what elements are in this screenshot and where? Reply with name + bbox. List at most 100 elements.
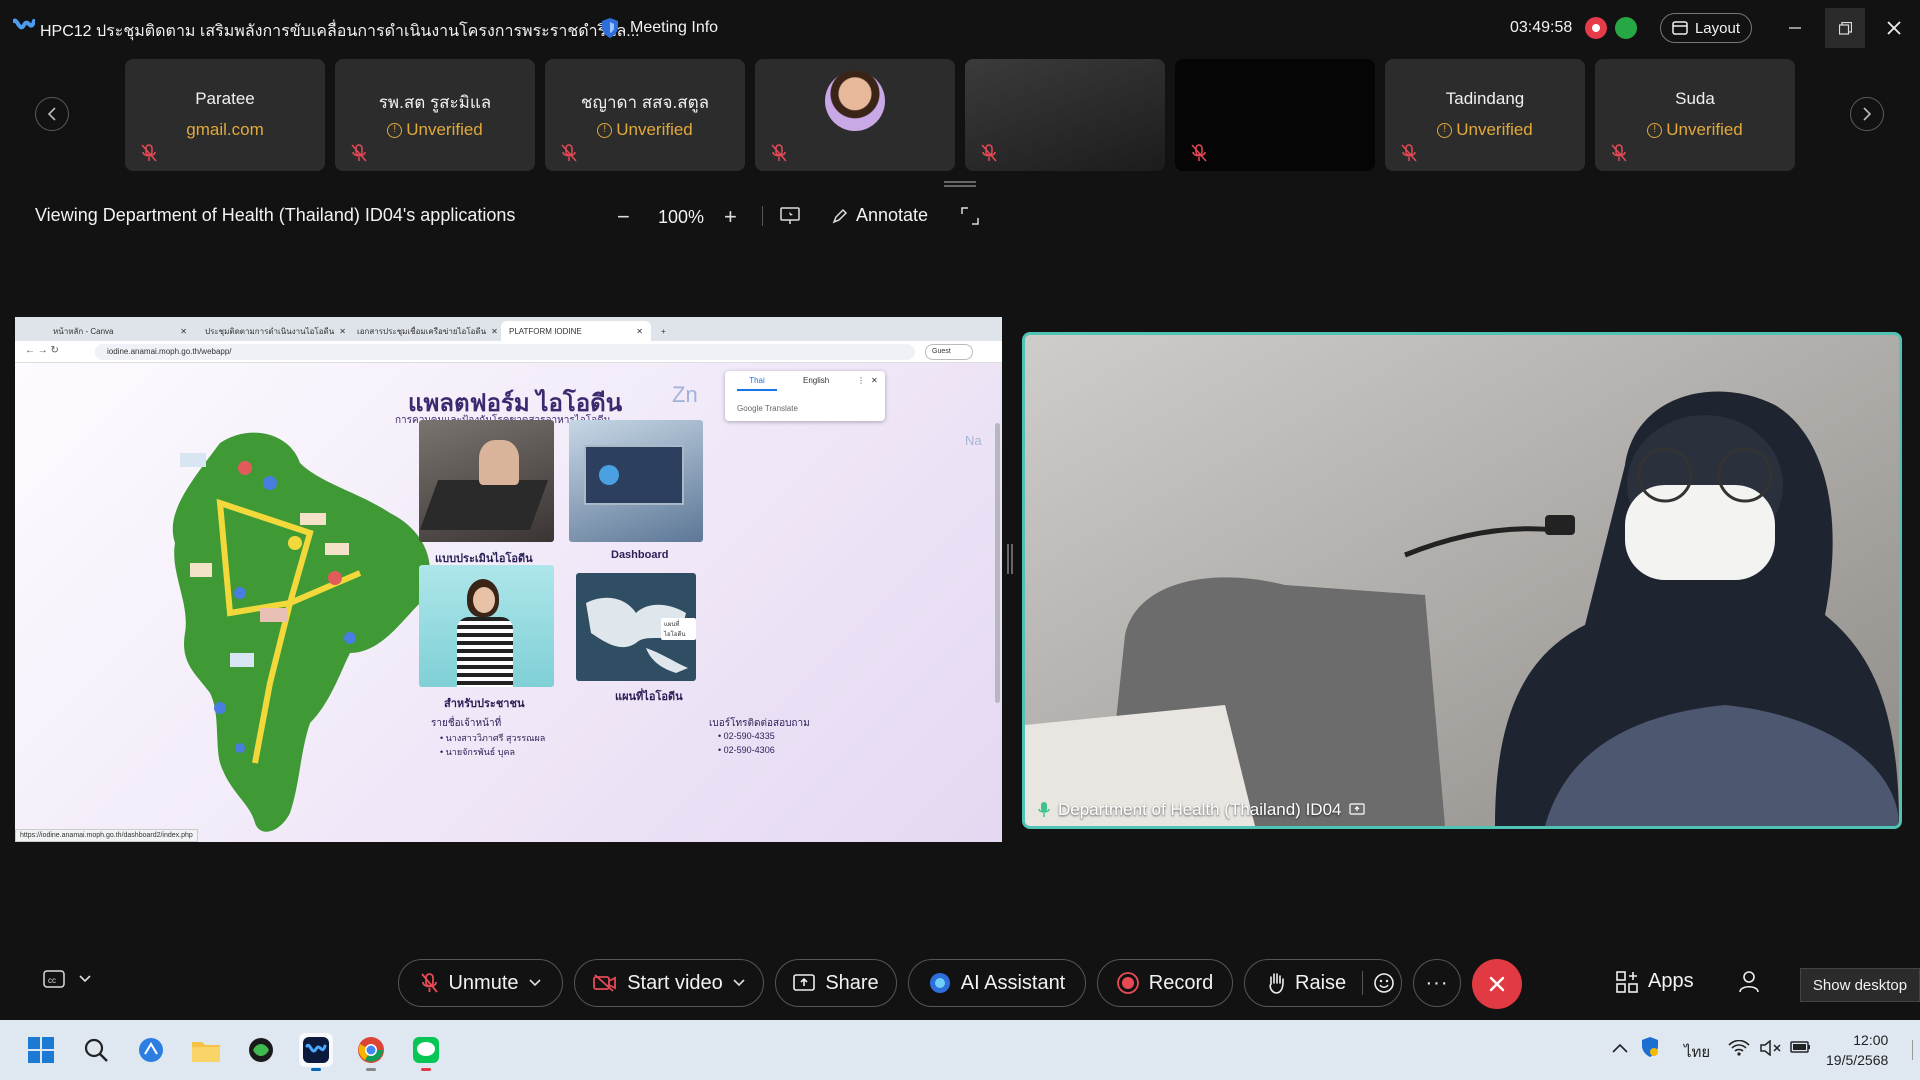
public-card[interactable] xyxy=(419,565,554,687)
url-field[interactable]: iodine.anamai.moph.go.th/webapp/ xyxy=(95,344,915,360)
raise-hand-button[interactable]: Raise xyxy=(1244,959,1402,1007)
record-button[interactable]: Record xyxy=(1097,959,1233,1007)
taskbar-app-line[interactable] xyxy=(409,1033,443,1071)
staff-item: • นางสาววิภาศรี สุวรรณผล xyxy=(440,733,546,743)
guest-profile-button[interactable]: Guest xyxy=(925,344,973,360)
translate-english-tab[interactable]: English xyxy=(803,376,829,385)
taskbar-app-file-explorer[interactable] xyxy=(189,1033,223,1067)
apps-button[interactable]: Apps xyxy=(1616,970,1694,993)
share-viewing-title: Viewing Department of Health (Thailand) … xyxy=(35,205,516,225)
apps-label: Apps xyxy=(1648,970,1694,992)
raise-label: Raise xyxy=(1295,971,1347,994)
muted-microphone-icon xyxy=(351,144,367,162)
participants-next-button[interactable] xyxy=(1850,97,1884,131)
start-button[interactable] xyxy=(24,1033,58,1067)
reactions-icon[interactable] xyxy=(1373,972,1395,994)
participant-tile[interactable]: รพ.สต รูสะมิแล! Unverified xyxy=(335,59,535,171)
start-video-button[interactable]: Start video xyxy=(574,959,764,1007)
participant-subtext: Unverified xyxy=(616,120,693,139)
leave-meeting-button[interactable] xyxy=(1472,959,1522,1009)
translate-thai-tab[interactable]: Thai xyxy=(737,376,777,391)
browser-tab[interactable]: หน้าหลัก - Canva ✕ xyxy=(45,321,195,341)
pane-splitter-handle[interactable] xyxy=(1007,544,1013,574)
unverified-badge: ! Unverified xyxy=(545,120,745,140)
participant-tile[interactable]: Tadindang ! Unverified xyxy=(1385,59,1585,171)
dashboard-card[interactable] xyxy=(569,420,703,542)
meeting-info-button[interactable]: Meeting Info xyxy=(600,17,718,39)
more-options-button[interactable]: ··· xyxy=(1413,959,1461,1007)
active-speaker-video[interactable] xyxy=(1022,332,1902,829)
zn-element-text: Zn xyxy=(672,382,698,407)
unmute-button[interactable]: Unmute xyxy=(398,959,563,1007)
participants-panel-button[interactable] xyxy=(1738,970,1760,999)
map-tooltip: แผนที่ไอโอดีน xyxy=(661,618,696,640)
network-health-icon[interactable] xyxy=(1615,17,1637,39)
taskbar-app-webex[interactable] xyxy=(299,1033,333,1071)
raise-divider xyxy=(1362,971,1364,995)
unverified-badge: ! Unverified xyxy=(335,120,535,140)
wifi-icon[interactable] xyxy=(1728,1039,1750,1060)
iodine-map-card-label[interactable]: แผนที่ไอโอดีน xyxy=(615,687,683,705)
browser-address-bar: ← → ↻ iodine.anamai.moph.go.th/webapp/ G… xyxy=(15,341,1002,363)
ai-assistant-button[interactable]: AI Assistant xyxy=(908,959,1086,1007)
close-window-button[interactable] xyxy=(1874,8,1914,48)
participant-name: Paratee xyxy=(195,89,255,108)
taskbar-app-vpn[interactable] xyxy=(244,1033,278,1067)
browser-tab[interactable]: เอกสารประชุมเชื่อมเครือข่ายไอโอดีน ✕ xyxy=(349,321,499,341)
assessment-card[interactable] xyxy=(419,420,554,542)
ai-assistant-icon xyxy=(929,973,950,993)
shared-screen[interactable]: หน้าหลัก - Canva ✕ ประชุมติดตามการดำเนินง… xyxy=(15,317,1002,842)
close-icon xyxy=(1489,976,1505,992)
input-language-indicator[interactable]: ไทย xyxy=(1684,1040,1710,1064)
participant-tile[interactable] xyxy=(755,59,955,171)
zoom-in-button[interactable]: + xyxy=(724,204,737,230)
close-icon[interactable]: ✕ xyxy=(871,376,878,385)
meeting-info-label: Meeting Info xyxy=(630,19,719,36)
participant-tile[interactable] xyxy=(1175,59,1375,171)
chevron-down-icon xyxy=(733,979,745,987)
system-clock[interactable]: 12:00 19/5/2568 xyxy=(1826,1030,1888,1070)
phones-heading: เบอร์โทรติดต่อสอบถาม xyxy=(709,718,810,729)
battery-icon[interactable] xyxy=(1790,1040,1812,1058)
taskbar-app-chrome[interactable] xyxy=(354,1033,388,1071)
annotate-button[interactable]: Annotate xyxy=(832,205,928,226)
public-card-label[interactable]: สำหรับประชาชน xyxy=(444,694,524,712)
browser-nav-icons[interactable]: ← → ↻ xyxy=(25,345,59,356)
layout-icon xyxy=(1672,21,1688,35)
strip-resize-handle[interactable] xyxy=(944,181,976,187)
show-desktop-strip[interactable] xyxy=(1912,1040,1913,1060)
defender-shield-icon[interactable] xyxy=(1640,1036,1660,1062)
google-translate-popup[interactable]: Thai English ⋮ ✕ Google Translate xyxy=(725,371,885,421)
taskbar-search-button[interactable] xyxy=(79,1033,113,1067)
speaker-muted-icon[interactable] xyxy=(1760,1039,1782,1060)
browser-tab-active[interactable]: PLATFORM IODINE ✕ xyxy=(501,321,651,341)
closed-captions-button[interactable]: cc xyxy=(43,970,91,988)
participant-tile[interactable]: Paratee gmail.com xyxy=(125,59,325,171)
remote-control-button[interactable] xyxy=(780,207,800,230)
participant-tile[interactable]: Suda! Unverified xyxy=(1595,59,1795,171)
zoom-out-button[interactable]: − xyxy=(617,204,630,230)
clock-time: 12:00 xyxy=(1853,1032,1889,1048)
page-scrollbar[interactable] xyxy=(995,423,1000,703)
more-icon[interactable]: ⋮ xyxy=(857,376,865,385)
layout-button[interactable]: Layout xyxy=(1660,13,1752,43)
tray-overflow-chevron-icon[interactable] xyxy=(1612,1040,1628,1057)
unverified-badge: ! Unverified xyxy=(1385,120,1585,140)
share-button[interactable]: Share xyxy=(775,959,897,1007)
restore-button[interactable] xyxy=(1825,8,1865,48)
participant-name: Tadindang xyxy=(1445,89,1525,108)
dashboard-card-label[interactable]: Dashboard xyxy=(611,549,668,561)
participant-tile[interactable] xyxy=(965,59,1165,171)
new-tab-button[interactable]: + xyxy=(653,321,673,341)
participant-domain: gmail.com xyxy=(125,120,325,140)
more-icon: ··· xyxy=(1425,971,1449,994)
taskbar-app-widgets[interactable] xyxy=(134,1033,168,1067)
fullscreen-button[interactable] xyxy=(961,207,979,230)
iodine-map-card[interactable]: แผนที่ไอโอดีน xyxy=(576,573,696,681)
participant-tile[interactable]: ชญาดา สสจ.สตูล! Unverified xyxy=(545,59,745,171)
browser-tab[interactable]: ประชุมติดตามการดำเนินงานไอโอดีน ✕ xyxy=(197,321,347,341)
minimize-button[interactable] xyxy=(1775,8,1815,48)
chevron-right-icon xyxy=(1863,107,1872,121)
clock-date: 19/5/2568 xyxy=(1826,1052,1889,1068)
participants-prev-button[interactable] xyxy=(35,97,69,131)
